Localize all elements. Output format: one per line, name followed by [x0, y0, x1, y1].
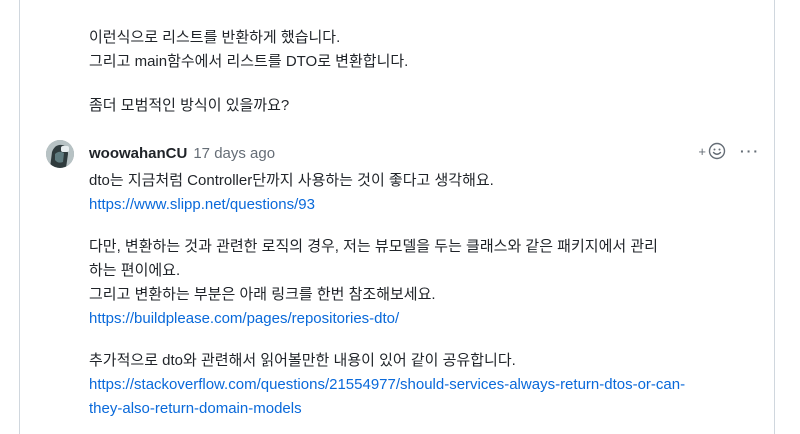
reply-link-3[interactable]: https://stackoverflow.com/questions/2155… [89, 376, 685, 393]
previous-comment-line: 그리고 main함수에서 리스트를 DTO로 변환합니다. [89, 53, 409, 70]
avatar[interactable] [46, 140, 74, 168]
avatar-image [46, 140, 74, 168]
plus-label: + [698, 143, 706, 159]
reply-paragraph-3: 추가적으로 dto와 관련해서 읽어볼만한 내용이 있어 같이 공유합니다. h… [89, 349, 759, 421]
reply-link-3-continued[interactable]: they-also-return-domain-models [89, 400, 302, 417]
previous-comment-body: 이런식으로 리스트를 반환하게 했습니다. 그리고 main함수에서 리스트를 … [89, 26, 759, 74]
reply-paragraph-2: 다만, 변환하는 것과 관련한 로직의 경우, 저는 뷰모델을 두는 클래스와 … [89, 235, 759, 331]
reply-text: 추가적으로 dto와 관련해서 읽어볼만한 내용이 있어 같이 공유합니다. [89, 352, 516, 369]
reply-header: woowahanCU 17 days ago [89, 141, 275, 165]
comment-actions: + ··· [698, 142, 760, 160]
add-reaction-button[interactable]: + [698, 142, 726, 160]
smiley-icon [708, 142, 726, 160]
reply-text: 하는 편이에요. [89, 262, 181, 279]
reply-paragraph-1: dto는 지금처럼 Controller단까지 사용하는 것이 좋다고 생각해요… [89, 169, 759, 217]
reply-link-2[interactable]: https://buildplease.com/pages/repositori… [89, 310, 399, 327]
reply-text: 그리고 변환하는 부분은 아래 링크를 한번 참조해보세요. [89, 286, 436, 303]
timestamp[interactable]: 17 days ago [193, 145, 275, 162]
reply-text: 다만, 변환하는 것과 관련한 로직의 경우, 저는 뷰모델을 두는 클래스와 … [89, 238, 658, 255]
previous-comment-question-text: 좀더 모범적인 방식이 있을까요? [89, 97, 290, 114]
ellipsis-icon: ··· [740, 143, 760, 159]
author-name[interactable]: woowahanCU [89, 145, 187, 162]
reply-link-1[interactable]: https://www.slipp.net/questions/93 [89, 196, 315, 213]
reply-text: dto는 지금처럼 Controller단까지 사용하는 것이 좋다고 생각해요… [89, 172, 494, 189]
previous-comment-question: 좀더 모범적인 방식이 있을까요? [89, 94, 759, 118]
more-options-button[interactable]: ··· [740, 143, 760, 159]
previous-comment-line: 이런식으로 리스트를 반환하게 했습니다. [89, 29, 341, 46]
